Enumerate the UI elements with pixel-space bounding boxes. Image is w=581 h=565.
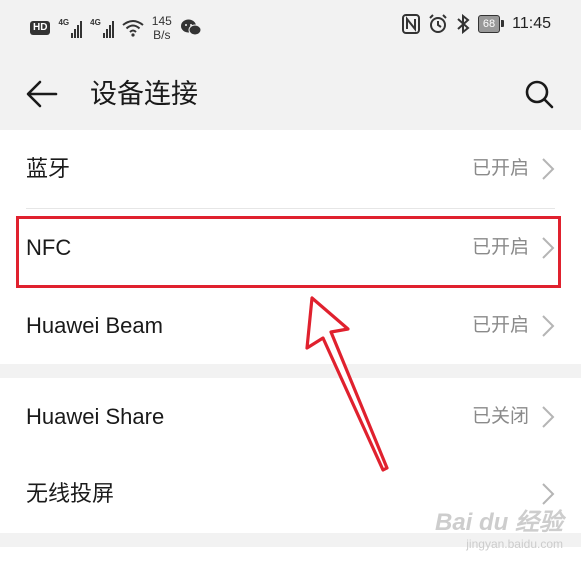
chevron-right-icon [542,315,555,337]
list-item-bluetooth[interactable]: 蓝牙 已开启 [0,130,581,208]
search-icon [525,80,554,109]
network-speed: 145 B/s [152,14,172,42]
app-header: 设备连接 [0,58,581,130]
signal-4g-icon: 4G [58,18,83,38]
chevron-right-icon [542,158,555,180]
status-bar-left: HD 4G 4G 145 B/s [30,14,202,42]
back-button[interactable] [24,76,60,112]
signal-4g-icon: 4G [90,18,114,38]
watermark-url: jingyan.baidu.com [466,537,563,551]
nfc-icon [401,14,420,34]
page-title: 设备连接 [90,79,198,109]
status-bar-right: 68 11:45 [401,14,551,34]
list-item-label: 蓝牙 [26,156,71,181]
alarm-icon [429,14,447,33]
chevron-right-icon [542,406,555,428]
network-speed-value: 145 [151,14,172,28]
watermark-logo: Bai du 经验 [434,509,563,536]
status-bar: HD 4G 4G 145 B/s 68 11:45 [0,0,581,58]
clock-time: 11:45 [512,15,551,32]
list-item-huawei-share[interactable]: Huawei Share 已关闭 [0,378,581,456]
search-button[interactable] [521,76,557,112]
wifi-icon [122,20,144,37]
list-item-label: Huawei Beam [26,313,163,338]
arrow-left-icon [26,80,58,108]
network-speed-unit: B/s [153,28,171,42]
section-gap [0,364,581,378]
status-text: 已关闭 [471,406,529,427]
list-item-label: 无线投屏 [26,481,115,506]
status-text: 已开启 [471,315,529,336]
list-item-huawei-beam[interactable]: Huawei Beam 已开启 [0,287,581,365]
watermark: Bai du 经验 jingyan.baidu.com [435,502,563,551]
bluetooth-icon [457,14,470,34]
annotation-highlight-box [16,216,561,288]
battery-icon: 68 [477,15,505,33]
status-text: 已开启 [471,158,529,179]
wechat-icon [180,19,202,36]
hd-icon: HD [30,21,51,35]
list-item-label: Huawei Share [26,404,165,429]
